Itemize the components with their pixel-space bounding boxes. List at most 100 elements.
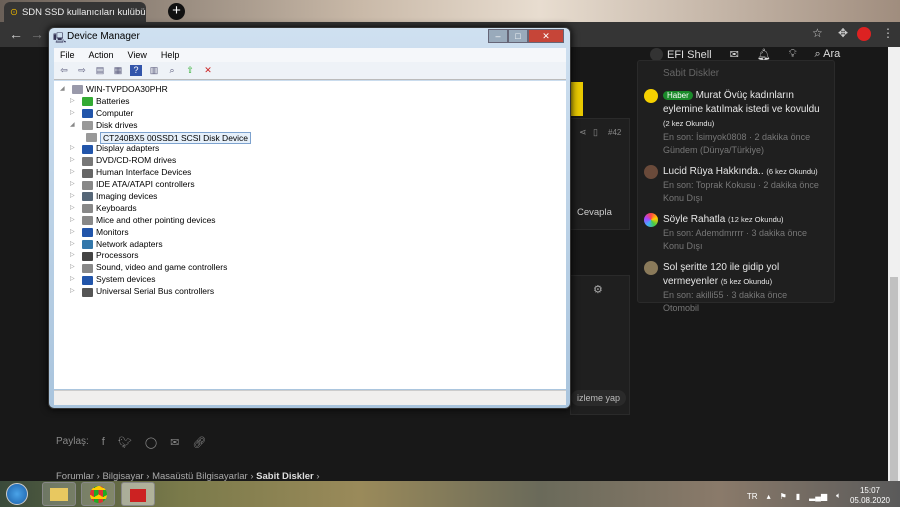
link-icon[interactable]: 🔗︎: [192, 436, 206, 449]
network-icon[interactable]: ▂▄▆: [809, 492, 827, 501]
expand-arrow-icon[interactable]: ▷: [70, 143, 78, 155]
share-icon[interactable]: ⋖: [579, 127, 587, 138]
thread-title[interactable]: Söyle Rahatla: [663, 214, 725, 225]
expand-arrow-icon[interactable]: ▷: [70, 215, 78, 227]
action-center-icon[interactable]: ⚑: [780, 492, 787, 501]
device-category[interactable]: ▷ Network adapters: [60, 239, 566, 251]
device-item[interactable]: CT240BX5 00SSD1 SCSI Disk Device: [60, 131, 566, 144]
extensions-icon[interactable]: ✥: [838, 26, 848, 40]
preview-button[interactable]: izleme yap: [571, 390, 627, 406]
window-controls: – □ ✕: [488, 29, 564, 43]
expand-arrow-icon[interactable]: ▷: [70, 274, 78, 286]
help-icon[interactable]: ?: [130, 65, 142, 76]
expand-arrow-icon[interactable]: ▷: [70, 262, 78, 274]
taskbar-explorer[interactable]: [42, 482, 76, 506]
battery-icon[interactable]: ▮: [796, 492, 800, 501]
expand-arrow-icon[interactable]: ▷: [70, 179, 78, 191]
show-hide-tree-icon[interactable]: ▤: [94, 65, 106, 76]
scrollbar-thumb[interactable]: [890, 277, 898, 482]
device-category[interactable]: ▷ Imaging devices: [60, 191, 566, 203]
device-category[interactable]: ▷ Sound, video and game controllers: [60, 262, 566, 274]
toolbar: ⇦ ⇨ ▤ ▦ ? ▥ ⌕ ⇧ ✕: [54, 62, 566, 80]
clock-date: 05.08.2020: [849, 496, 890, 505]
twitter-icon[interactable]: 🐦︎: [118, 436, 132, 449]
reply-button[interactable]: Cevapla: [577, 207, 612, 218]
thread-meta: En son: Ademdmrrrr · 3 dakika önce: [663, 228, 808, 238]
collapse-arrow-icon[interactable]: ◢: [70, 120, 78, 132]
expand-arrow-icon[interactable]: ▷: [70, 96, 78, 108]
expand-arrow-icon[interactable]: ▷: [70, 155, 78, 167]
menu-view[interactable]: View: [128, 48, 147, 62]
browser-tab[interactable]: ⊙ SDN SSD kullanıcıları kulübü | Sa ×: [4, 2, 146, 22]
device-category[interactable]: ▷ Monitors: [60, 227, 566, 239]
settings-icon[interactable]: ⚙: [593, 283, 603, 296]
start-button[interactable]: [6, 483, 28, 505]
thread-forum[interactable]: Konu Dışı: [663, 192, 826, 205]
post-number[interactable]: #42: [608, 128, 621, 137]
star-icon[interactable]: ☆: [812, 26, 823, 40]
device-category[interactable]: ▷ Display adapters: [60, 143, 566, 155]
bookmark-icon[interactable]: ▯: [593, 127, 598, 138]
profile-avatar[interactable]: [857, 27, 871, 41]
back-button[interactable]: ←: [9, 26, 23, 42]
language-indicator[interactable]: TR: [747, 492, 758, 501]
forward-button[interactable]: →: [30, 26, 44, 42]
thread-item[interactable]: Söyle Rahatla (12 kez Okundu) En son: Ade…: [644, 213, 826, 253]
device-category[interactable]: ▷ System devices: [60, 274, 566, 286]
volume-icon[interactable]: 🔈︎: [836, 491, 841, 501]
device-label: Imaging devices: [96, 191, 158, 202]
minimize-button[interactable]: –: [488, 29, 508, 43]
menu-icon[interactable]: ⋮: [882, 26, 894, 40]
device-category-icon: [82, 121, 93, 131]
menu-file[interactable]: File: [60, 48, 75, 62]
taskbar-chrome[interactable]: [81, 482, 115, 506]
tree-root[interactable]: ◢ WIN-TVPDOA30PHR: [60, 84, 566, 96]
device-category[interactable]: ▷ Keyboards: [60, 203, 566, 215]
page-scrollbar[interactable]: [888, 47, 900, 482]
properties-icon[interactable]: ▦: [112, 65, 124, 76]
maximize-button[interactable]: □: [508, 29, 528, 43]
expand-arrow-icon[interactable]: ▷: [70, 108, 78, 120]
expand-arrow-icon[interactable]: ▷: [70, 239, 78, 251]
uninstall-icon[interactable]: ✕: [202, 65, 214, 76]
thread-item[interactable]: Lucid Rüya Hakkında.. (6 kez Okundu) En s…: [644, 165, 826, 205]
update-driver-icon[interactable]: ⇧: [184, 65, 196, 76]
close-button[interactable]: ✕: [528, 29, 564, 43]
thread-forum[interactable]: Otomobil: [663, 302, 826, 315]
expand-arrow-icon[interactable]: ▷: [70, 286, 78, 298]
device-category[interactable]: ▷ Batteries: [60, 96, 566, 108]
menu-action[interactable]: Action: [89, 48, 114, 62]
menu-help[interactable]: Help: [161, 48, 180, 62]
taskbar-device-manager[interactable]: [121, 482, 155, 506]
thread-forum[interactable]: Konu Dışı: [663, 240, 826, 253]
collapse-arrow-icon[interactable]: ◢: [60, 84, 68, 96]
device-category[interactable]: ▷ Universal Serial Bus controllers: [60, 286, 566, 298]
device-category[interactable]: ▷ DVD/CD-ROM drives: [60, 155, 566, 167]
show-hidden-icons[interactable]: ▴: [767, 492, 771, 501]
device-category[interactable]: ▷ Processors: [60, 250, 566, 262]
thread-title[interactable]: Lucid Rüya Hakkında..: [663, 166, 764, 177]
view-icon[interactable]: ▥: [148, 65, 160, 76]
prev-forum-label: Sabit Diskler: [663, 68, 720, 79]
thread-item[interactable]: Sol şeritte 120 ile gidip yol vermeyenle…: [644, 261, 826, 315]
forward-icon[interactable]: ⇨: [76, 65, 88, 76]
email-icon[interactable]: ✉: [170, 436, 179, 449]
expand-arrow-icon[interactable]: ▷: [70, 191, 78, 203]
whatsapp-icon[interactable]: ◯: [145, 436, 157, 449]
thread-item[interactable]: Haber Murat Övüç kadınların eylemine kat…: [644, 89, 826, 157]
device-category[interactable]: ▷ IDE ATA/ATAPI controllers: [60, 179, 566, 191]
device-category[interactable]: ▷ Human Interface Devices: [60, 167, 566, 179]
expand-arrow-icon[interactable]: ▷: [70, 203, 78, 215]
device-category[interactable]: ▷ Mice and other pointing devices: [60, 215, 566, 227]
expand-arrow-icon[interactable]: ▷: [70, 167, 78, 179]
clock[interactable]: 15:07 05.08.2020: [850, 486, 890, 506]
expand-arrow-icon[interactable]: ▷: [70, 250, 78, 262]
back-icon[interactable]: ⇦: [58, 65, 70, 76]
expand-arrow-icon[interactable]: ▷: [70, 227, 78, 239]
scan-hardware-icon[interactable]: ⌕: [166, 65, 178, 76]
thread-forum[interactable]: Gündem (Dünya/Türkiye): [663, 144, 826, 157]
new-tab-button[interactable]: +: [168, 3, 185, 20]
device-category[interactable]: ◢ Disk drives: [60, 120, 566, 132]
device-category[interactable]: ▷ Computer: [60, 108, 566, 120]
facebook-icon[interactable]: f: [102, 436, 105, 449]
